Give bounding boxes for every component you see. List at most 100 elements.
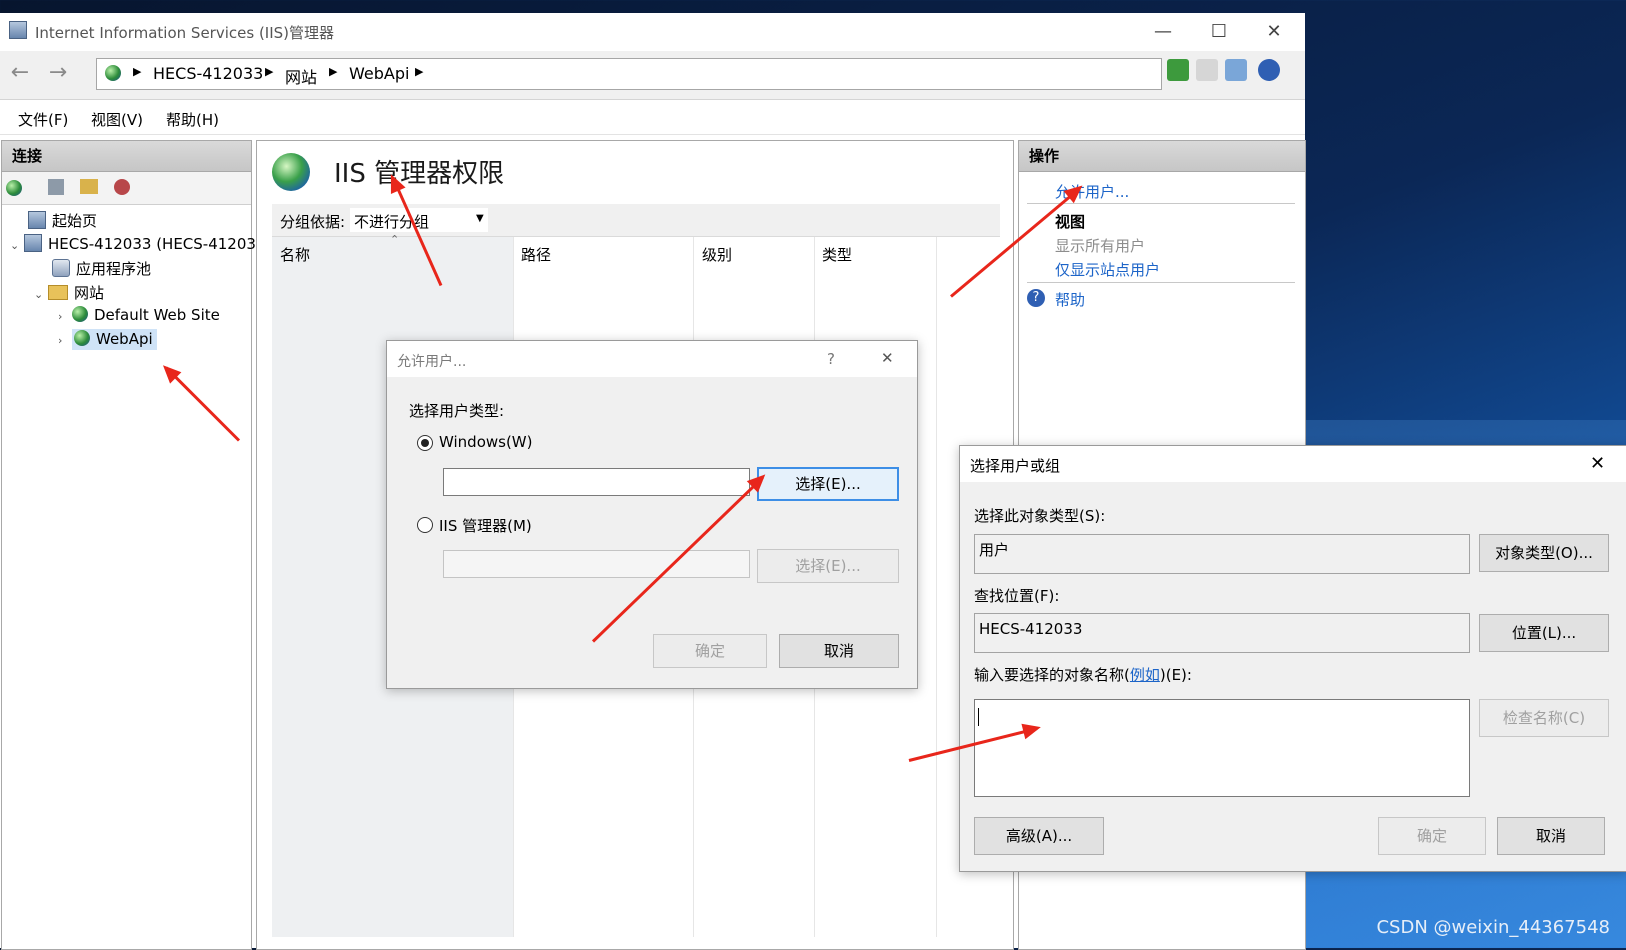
- tree-label: HECS-412033 (HECS-412033: [48, 235, 266, 253]
- iis-manager-radio[interactable]: [417, 517, 433, 533]
- windows-radio[interactable]: [417, 435, 433, 451]
- breadcrumb-separator-icon: ▶: [329, 65, 338, 78]
- show-site-users-link[interactable]: 仅显示站点用户: [1055, 259, 1160, 280]
- tree-default-site[interactable]: › Default Web Site: [58, 306, 220, 324]
- maximize-button[interactable]: ☐: [1196, 17, 1242, 47]
- select-type-label: 选择用户类型:: [409, 402, 505, 420]
- breadcrumb-separator-icon: ▶: [133, 65, 142, 78]
- globe-icon: [74, 330, 90, 346]
- group-by-label: 分组依据:: [280, 213, 346, 231]
- breadcrumb-sites[interactable]: 网站: [285, 64, 317, 88]
- sites-folder-icon: [48, 285, 68, 300]
- divider: [1027, 282, 1295, 283]
- watermark: CSDN @weixin_44367548: [1376, 917, 1610, 938]
- iis-manager-radio-label[interactable]: IIS 管理器(M): [439, 515, 532, 536]
- menu-file[interactable]: 文件(F): [18, 109, 68, 130]
- tree-app-pools[interactable]: 应用程序池: [52, 258, 151, 279]
- expand-arrow-icon[interactable]: ›: [58, 310, 72, 323]
- text-cursor: [978, 708, 979, 726]
- examples-link[interactable]: 例如: [1130, 666, 1160, 684]
- tree-selected-item: WebApi: [72, 329, 157, 350]
- iis-app-icon: [9, 21, 27, 39]
- tree-server[interactable]: ⌄ HECS-412033 (HECS-412033: [10, 234, 265, 253]
- menu-help[interactable]: 帮助(H): [166, 109, 219, 130]
- collapse-arrow-icon[interactable]: ⌄: [34, 288, 48, 301]
- advanced-button[interactable]: 高级(A)...: [974, 817, 1104, 855]
- cancel-button[interactable]: 取消: [1497, 817, 1605, 855]
- globe-icon: [72, 306, 88, 322]
- menu-bar: 文件(F) 视图(V) 帮助(H): [0, 100, 1305, 135]
- label-text: 输入要选择的对象名称(: [974, 666, 1130, 684]
- dialog-title-bar: 选择用户或组 ✕: [960, 446, 1626, 482]
- select-iis-user-button[interactable]: 选择(E)...: [757, 549, 899, 583]
- windows-radio-label[interactable]: Windows(W): [439, 433, 533, 451]
- windows-user-input[interactable]: [443, 468, 750, 496]
- group-by-select[interactable]: 不进行分组 ▼: [350, 208, 488, 232]
- column-header-level[interactable]: 级别: [702, 244, 732, 265]
- forward-arrow-icon[interactable]: →: [44, 61, 72, 87]
- help-question-icon[interactable]: ?: [827, 350, 835, 368]
- check-names-button[interactable]: 检查名称(C): [1479, 699, 1609, 737]
- locations-button[interactable]: 位置(L)...: [1479, 614, 1609, 652]
- disconnect-icon[interactable]: [114, 179, 130, 195]
- expand-arrow-icon[interactable]: ›: [58, 334, 72, 347]
- object-types-button[interactable]: 对象类型(O)...: [1479, 534, 1609, 572]
- object-names-label: 输入要选择的对象名称(例如)(E):: [974, 664, 1192, 685]
- tree-label: WebApi: [96, 330, 153, 348]
- close-icon[interactable]: ✕: [881, 349, 894, 367]
- tree-label: 起始页: [52, 212, 98, 230]
- back-arrow-icon[interactable]: ←: [6, 61, 34, 87]
- home-icon[interactable]: [1225, 59, 1247, 81]
- breadcrumb-separator-icon: ▶: [415, 65, 424, 78]
- save-icon[interactable]: [48, 179, 64, 195]
- dialog-title: 选择用户或组: [970, 457, 1061, 475]
- close-icon[interactable]: ✕: [1590, 453, 1605, 474]
- allow-user-dialog: 允许用户... ? ✕ 选择用户类型: Windows(W) 选择(E)... …: [386, 340, 918, 689]
- location-value: HECS-412033: [979, 620, 1083, 638]
- collapse-arrow-icon[interactable]: ⌄: [10, 239, 24, 252]
- minimize-button[interactable]: —: [1140, 17, 1186, 47]
- ok-button[interactable]: 确定: [653, 634, 767, 668]
- column-header-name[interactable]: 名称: [280, 244, 310, 265]
- folder-up-icon[interactable]: [80, 179, 98, 194]
- location-field: HECS-412033: [974, 613, 1470, 653]
- globe-icon: [105, 65, 121, 81]
- help-icon[interactable]: [1258, 59, 1280, 81]
- dialog-title: 允许用户...: [397, 354, 467, 370]
- column-header-path[interactable]: 路径: [521, 244, 551, 265]
- server-icon: [24, 234, 42, 252]
- tree-sites[interactable]: ⌄ 网站: [34, 282, 104, 303]
- iis-user-input[interactable]: [443, 550, 750, 578]
- view-section-header: 视图: [1055, 213, 1086, 231]
- tree-label: 网站: [74, 284, 105, 302]
- label-text: )(E):: [1159, 666, 1192, 684]
- breadcrumb-separator-icon: ▶: [265, 65, 274, 78]
- app-pool-icon: [52, 259, 70, 277]
- menu-view[interactable]: 视图(V): [91, 109, 143, 130]
- select-windows-user-button[interactable]: 选择(E)...: [757, 467, 899, 501]
- refresh-icon[interactable]: [1167, 59, 1189, 81]
- divider: [1027, 203, 1295, 204]
- tree-webapi[interactable]: › WebApi: [58, 329, 157, 350]
- connections-header: 连接: [2, 141, 251, 172]
- address-bar-row: ← → ▶ HECS-412033 ▶ 网站 ▶ WebApi ▶: [0, 51, 1305, 100]
- cancel-button[interactable]: 取消: [779, 634, 899, 668]
- breadcrumb-server[interactable]: HECS-412033: [153, 64, 263, 83]
- dialog-title-bar: 允许用户... ? ✕: [387, 341, 917, 377]
- close-button[interactable]: ✕: [1251, 17, 1297, 47]
- show-all-users-link[interactable]: 显示所有用户: [1055, 235, 1145, 256]
- sort-ascending-icon: ⌃: [390, 233, 400, 246]
- connect-globe-icon[interactable]: [6, 180, 22, 196]
- address-bar[interactable]: ▶ HECS-412033 ▶ 网站 ▶ WebApi ▶: [96, 58, 1162, 90]
- help-link[interactable]: 帮助: [1055, 289, 1085, 310]
- globe-icon: [272, 153, 310, 191]
- stop-icon[interactable]: [1196, 59, 1218, 81]
- connections-toolbar: [2, 172, 251, 205]
- tree-label: Default Web Site: [94, 306, 220, 324]
- breadcrumb-webapi[interactable]: WebApi: [349, 64, 409, 83]
- column-header-type[interactable]: 类型: [822, 244, 852, 265]
- object-names-input[interactable]: [974, 699, 1470, 797]
- tree-start-page[interactable]: 起始页: [28, 210, 97, 231]
- object-type-field: 用户: [974, 534, 1470, 574]
- ok-button[interactable]: 确定: [1378, 817, 1486, 855]
